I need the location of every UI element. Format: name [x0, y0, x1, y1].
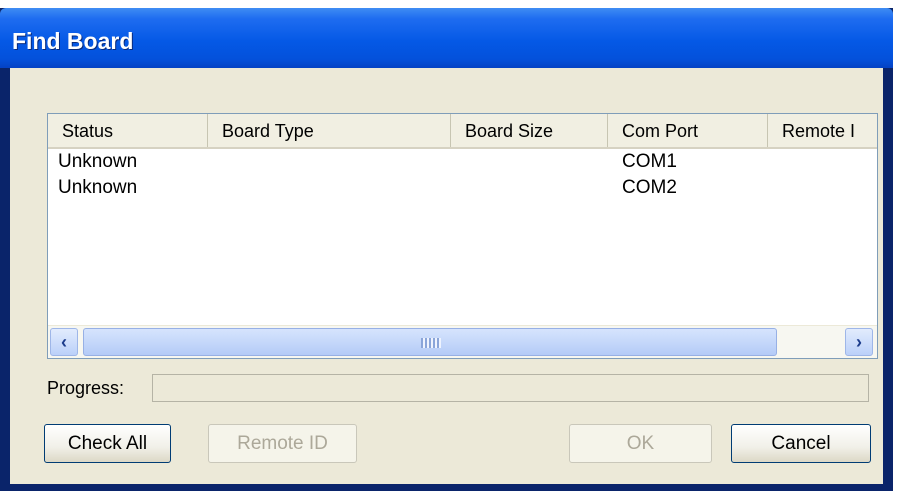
chevron-left-icon: ‹: [61, 332, 67, 352]
scroll-right-button[interactable]: ›: [845, 328, 873, 356]
column-header-board-size[interactable]: Board Size: [451, 114, 608, 147]
window-title: Find Board: [12, 28, 134, 54]
scroll-thumb[interactable]: [83, 328, 777, 356]
list-header: Status Board Type Board Size Com Port Re…: [48, 114, 877, 149]
list-row[interactable]: Unknown COM2: [48, 175, 877, 201]
cell-status: Unknown: [58, 151, 138, 172]
cell-com-port: COM1: [622, 151, 677, 172]
progress-label: Progress:: [47, 378, 125, 398]
check-all-button[interactable]: Check All: [44, 424, 171, 463]
remote-id-button[interactable]: Remote ID: [208, 424, 357, 463]
cell-status: Unknown: [58, 177, 138, 198]
scroll-grip-icon: [421, 338, 441, 348]
progress-bar: [152, 374, 869, 402]
title-bar[interactable]: Find Board: [0, 8, 893, 68]
column-header-com-port[interactable]: Com Port: [608, 114, 768, 147]
chevron-right-icon: ›: [856, 332, 862, 352]
board-list[interactable]: Status Board Type Board Size Com Port Re…: [47, 113, 878, 359]
column-header-board-type[interactable]: Board Type: [208, 114, 451, 147]
find-board-window: Find Board Status Board Type Board Size …: [0, 8, 893, 491]
ok-button[interactable]: OK: [569, 424, 712, 463]
cell-com-port: COM2: [622, 177, 677, 198]
column-header-remote-id[interactable]: Remote I: [768, 114, 877, 147]
cancel-button[interactable]: Cancel: [731, 424, 871, 463]
dialog-body: Status Board Type Board Size Com Port Re…: [10, 68, 883, 484]
horizontal-scrollbar[interactable]: ‹ ›: [48, 325, 877, 358]
list-row[interactable]: Unknown COM1: [48, 149, 877, 175]
scroll-left-button[interactable]: ‹: [50, 328, 78, 356]
column-header-status[interactable]: Status: [48, 114, 208, 147]
